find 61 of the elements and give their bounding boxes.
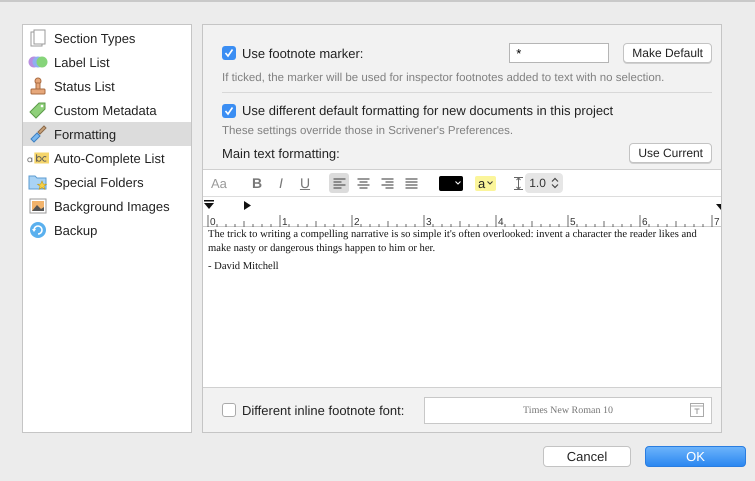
circles-icon bbox=[28, 55, 48, 69]
underline-button[interactable]: U bbox=[295, 173, 315, 193]
tag-icon bbox=[29, 101, 47, 119]
ruler-number: 7 bbox=[714, 217, 720, 227]
alignment-button[interactable] bbox=[329, 173, 349, 193]
bold-button[interactable]: B bbox=[247, 173, 267, 193]
checkbox-label: Use different default formatting for new documents in this project bbox=[242, 103, 614, 118]
line-spacing-stepper[interactable]: 1.0 bbox=[525, 173, 563, 193]
font-panel-icon bbox=[690, 403, 704, 417]
sidebar-item[interactable]: Background Images bbox=[23, 194, 191, 218]
indent-marker[interactable] bbox=[204, 200, 214, 209]
checkbox[interactable] bbox=[222, 403, 236, 417]
line-spacing-icon bbox=[514, 176, 524, 190]
pages-icon bbox=[30, 29, 46, 47]
ruler-number: 3 bbox=[426, 217, 432, 227]
ruler-number: 1 bbox=[282, 217, 288, 227]
sidebar-item[interactable]: Formatting bbox=[23, 122, 191, 146]
section-label: Main text formatting: bbox=[222, 146, 340, 160]
editor-paragraph: - David Mitchell bbox=[208, 260, 280, 274]
text-color-button[interactable] bbox=[439, 176, 463, 190]
sync-icon bbox=[29, 221, 47, 239]
sidebar-item[interactable]: Label List bbox=[23, 50, 191, 74]
sidebar-item[interactable]: Auto-Complete List bbox=[23, 146, 191, 170]
ruler-number: 4 bbox=[498, 217, 504, 227]
checkbox-label: Different inline footnote font: bbox=[242, 402, 404, 418]
checkbox-label: Use footnote marker: bbox=[242, 46, 364, 60]
image-icon bbox=[29, 198, 47, 214]
right-margin-marker[interactable] bbox=[716, 204, 721, 210]
use-current-button[interactable]: Use Current bbox=[629, 143, 712, 163]
hint-text: These settings override those in Scrivener's Preferences. bbox=[222, 125, 514, 137]
ruler-number: 0 bbox=[210, 217, 216, 227]
hint-text: If ticked, the marker will be used for inspector footnotes added to text with no selection. bbox=[222, 72, 666, 84]
cancel-button[interactable]: Cancel bbox=[543, 446, 631, 467]
stamp-icon bbox=[30, 77, 46, 95]
abc-icon bbox=[27, 151, 49, 165]
sidebar-item[interactable]: Custom Metadata bbox=[23, 98, 191, 122]
ruler-number: 5 bbox=[570, 217, 576, 227]
editor-paragraph: The trick to writing a compelling narrative is so simple it's often overlooked: invent a character the reader likes and make nasty or dangerous things happen to him or her. bbox=[208, 228, 698, 256]
chevron-icon bbox=[487, 181, 494, 185]
sidebar-item[interactable]: Backup bbox=[23, 218, 191, 242]
sidebar-item[interactable]: Status List bbox=[23, 74, 191, 98]
tab-marker[interactable] bbox=[244, 201, 251, 210]
align-center-icon bbox=[356, 178, 370, 188]
folder-star-icon bbox=[28, 173, 48, 191]
align-right-icon bbox=[380, 178, 394, 188]
brush-icon bbox=[29, 125, 47, 143]
stepper-arrows-icon bbox=[550, 177, 559, 189]
chevron-icon bbox=[455, 181, 461, 185]
sidebar-item[interactable]: Section Types bbox=[23, 26, 191, 50]
sidebar-item[interactable]: Special Folders bbox=[23, 170, 191, 194]
font-field[interactable]: Times New Roman 10 bbox=[424, 396, 712, 424]
checkbox[interactable] bbox=[222, 46, 236, 60]
align-left-icon bbox=[332, 178, 346, 188]
marker-field[interactable]: * bbox=[509, 43, 610, 63]
make-default-button[interactable]: Make Default bbox=[623, 43, 712, 63]
ruler-number: 6 bbox=[642, 217, 648, 227]
justify-icon bbox=[404, 178, 418, 188]
checkbox[interactable] bbox=[222, 104, 236, 118]
italic-button[interactable]: I bbox=[271, 173, 291, 193]
ruler-number: 2 bbox=[354, 217, 360, 227]
highlight-button[interactable]: a bbox=[475, 176, 496, 190]
